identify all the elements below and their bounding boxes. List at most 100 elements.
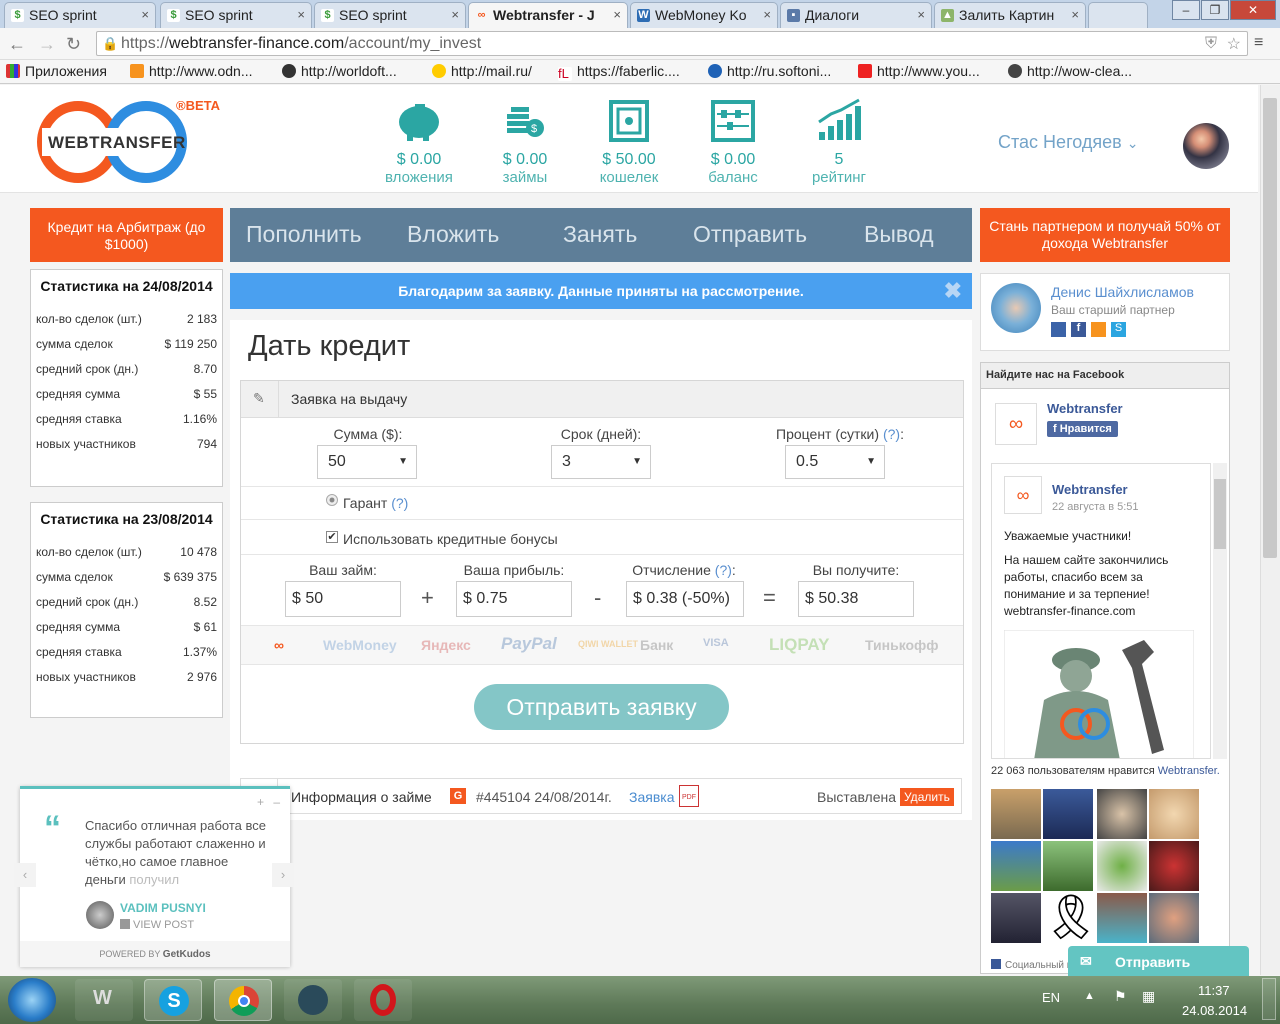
fb-like-button[interactable]: f Нравится: [1047, 421, 1118, 437]
submit-request-button[interactable]: Отправить заявку: [474, 684, 729, 730]
receive-field[interactable]: $ 50.38: [798, 581, 914, 617]
scrollbar-thumb[interactable]: [1263, 98, 1277, 558]
fan-avatar[interactable]: [1149, 893, 1199, 943]
reload-icon[interactable]: ↻: [66, 34, 81, 55]
mail-icon[interactable]: [1051, 322, 1066, 337]
fan-avatar[interactable]: [1043, 841, 1093, 891]
profit-field[interactable]: $ 0.75: [456, 581, 572, 617]
close-icon[interactable]: ×: [613, 7, 621, 22]
bonus-checkbox[interactable]: ✔: [326, 531, 338, 543]
bookmark-item[interactable]: http://ru.softoni...: [708, 63, 831, 79]
chrome-taskbar-icon[interactable]: [214, 979, 272, 1021]
help-link[interactable]: (?): [715, 562, 732, 578]
bookmark-item[interactable]: fL https://faberlic....: [558, 63, 680, 81]
guarantor-radio[interactable]: [326, 494, 338, 506]
nav-borrow[interactable]: Занять: [563, 221, 637, 248]
nav-send[interactable]: Отправить: [693, 221, 807, 248]
fan-avatar[interactable]: [1097, 893, 1147, 943]
bookmark-item[interactable]: http://www.you...: [858, 63, 980, 79]
percent-select[interactable]: 0.5 ▼: [785, 445, 885, 479]
clock-date[interactable]: 24.08.2014: [1182, 1003, 1247, 1018]
start-button[interactable]: [8, 978, 56, 1022]
fan-avatar[interactable]: [1149, 789, 1199, 839]
world-of-tanks-icon[interactable]: W: [75, 979, 133, 1021]
partner-name[interactable]: Денис Шайхлисламов: [1051, 284, 1194, 300]
close-icon[interactable]: ✖: [944, 273, 962, 309]
skype-taskbar-icon[interactable]: S: [144, 979, 202, 1021]
browser-tab[interactable]: ▪ Диалоги ×: [780, 2, 932, 28]
address-bar[interactable]: 🔒 https://webtransfer-finance.com/accoun…: [96, 31, 1248, 56]
menu-icon[interactable]: ≡: [1254, 34, 1263, 52]
credit-arbitrage-button[interactable]: Кредит на Арбитраж (до $1000): [30, 208, 223, 262]
send-message-button[interactable]: ✉ Отправить: [1068, 946, 1249, 978]
browser-tab[interactable]: $ SEO sprint ×: [314, 2, 466, 28]
steam-taskbar-icon[interactable]: [284, 979, 342, 1021]
fan-avatar[interactable]: [1043, 789, 1093, 839]
fan-avatar[interactable]: [991, 841, 1041, 891]
browser-tab[interactable]: $ SEO sprint ×: [160, 2, 312, 28]
pdf-icon[interactable]: PDF: [679, 785, 699, 807]
close-icon[interactable]: ×: [451, 7, 459, 22]
tray-up-icon[interactable]: ▲: [1084, 990, 1095, 1002]
browser-tab[interactable]: ▲ Залить Картин ×: [934, 2, 1086, 28]
close-icon[interactable]: ×: [141, 7, 149, 22]
fan-avatar[interactable]: [1097, 789, 1147, 839]
nav-deposit[interactable]: Пополнить: [246, 221, 362, 248]
nav-withdraw[interactable]: Вывод: [864, 221, 934, 248]
flag-icon[interactable]: ⚑: [1114, 988, 1127, 1005]
close-icon[interactable]: ×: [297, 7, 305, 22]
bookmark-apps[interactable]: Приложения: [6, 63, 107, 79]
help-link[interactable]: (?): [391, 495, 408, 511]
stat-balance[interactable]: $ 0.00 баланс: [688, 98, 778, 186]
plus-icon[interactable]: +: [257, 795, 264, 809]
minus-icon[interactable]: –: [273, 795, 280, 809]
new-tab-button[interactable]: [1088, 2, 1148, 28]
show-desktop-button[interactable]: [1262, 978, 1276, 1020]
sum-select[interactable]: 50 ▼: [317, 445, 417, 479]
language-indicator[interactable]: EN: [1042, 990, 1060, 1005]
fb-post-scrollbar[interactable]: [1213, 463, 1227, 759]
logo[interactable]: WEBTRANSFER: [28, 100, 188, 184]
fan-avatar[interactable]: [1149, 841, 1199, 891]
avatar[interactable]: [1183, 123, 1229, 169]
forward-icon[interactable]: →: [38, 34, 56, 55]
opera-taskbar-icon[interactable]: [354, 979, 412, 1021]
browser-tab[interactable]: $ SEO sprint ×: [4, 2, 156, 28]
network-icon[interactable]: ▦: [1142, 988, 1155, 1005]
stat-investments[interactable]: $ 0.00 вложения: [374, 98, 464, 186]
odnoklassniki-icon[interactable]: [1091, 322, 1106, 337]
partner-program-button[interactable]: Стань партнером и получай 50% от дохода …: [980, 208, 1230, 262]
stat-wallet[interactable]: $ 50.00 кошелек: [584, 98, 674, 186]
bookmark-item[interactable]: http://worldoft...: [282, 63, 397, 79]
shield-icon[interactable]: ⛨: [1205, 35, 1217, 53]
browser-tab[interactable]: W WebMoney Ko ×: [630, 2, 778, 28]
loan-amount-field[interactable]: $ 50: [285, 581, 401, 617]
star-icon[interactable]: ☆: [1227, 34, 1241, 54]
bookmark-item[interactable]: http://www.odn...: [130, 63, 253, 79]
stat-loans[interactable]: $ $ 0.00 займы: [480, 98, 570, 186]
fan-avatar[interactable]: [991, 789, 1041, 839]
nav-invest[interactable]: Вложить: [407, 221, 499, 248]
partner-avatar[interactable]: [991, 283, 1041, 333]
bookmark-item[interactable]: http://mail.ru/: [432, 63, 532, 79]
term-select[interactable]: 3 ▼: [551, 445, 651, 479]
author-avatar[interactable]: [86, 901, 114, 929]
fan-avatar[interactable]: [1097, 841, 1147, 891]
maximize-icon[interactable]: ❐: [1201, 0, 1229, 20]
facebook-icon[interactable]: f: [1071, 322, 1086, 337]
ribbon-avatar[interactable]: 🎗: [1043, 893, 1099, 943]
back-icon[interactable]: ←: [8, 34, 26, 55]
close-icon[interactable]: ×: [1071, 7, 1079, 22]
minimize-icon[interactable]: ‒: [1172, 0, 1200, 20]
browser-tab-active[interactable]: ∞ Webtransfer - J ×: [468, 2, 628, 28]
request-link[interactable]: Заявка: [629, 789, 674, 805]
next-arrow-icon[interactable]: ›: [272, 863, 294, 887]
close-icon[interactable]: ×: [917, 7, 925, 22]
close-icon[interactable]: ×: [763, 7, 771, 22]
scrollbar-thumb[interactable]: [1214, 479, 1226, 549]
deduction-field[interactable]: $ 0.38 (-50%): [626, 581, 744, 617]
prev-arrow-icon[interactable]: ‹: [14, 863, 36, 887]
user-menu[interactable]: Стас Негодяев ⌄: [998, 132, 1138, 153]
skype-icon[interactable]: S: [1111, 322, 1126, 337]
bookmark-item[interactable]: http://wow-clea...: [1008, 63, 1132, 79]
